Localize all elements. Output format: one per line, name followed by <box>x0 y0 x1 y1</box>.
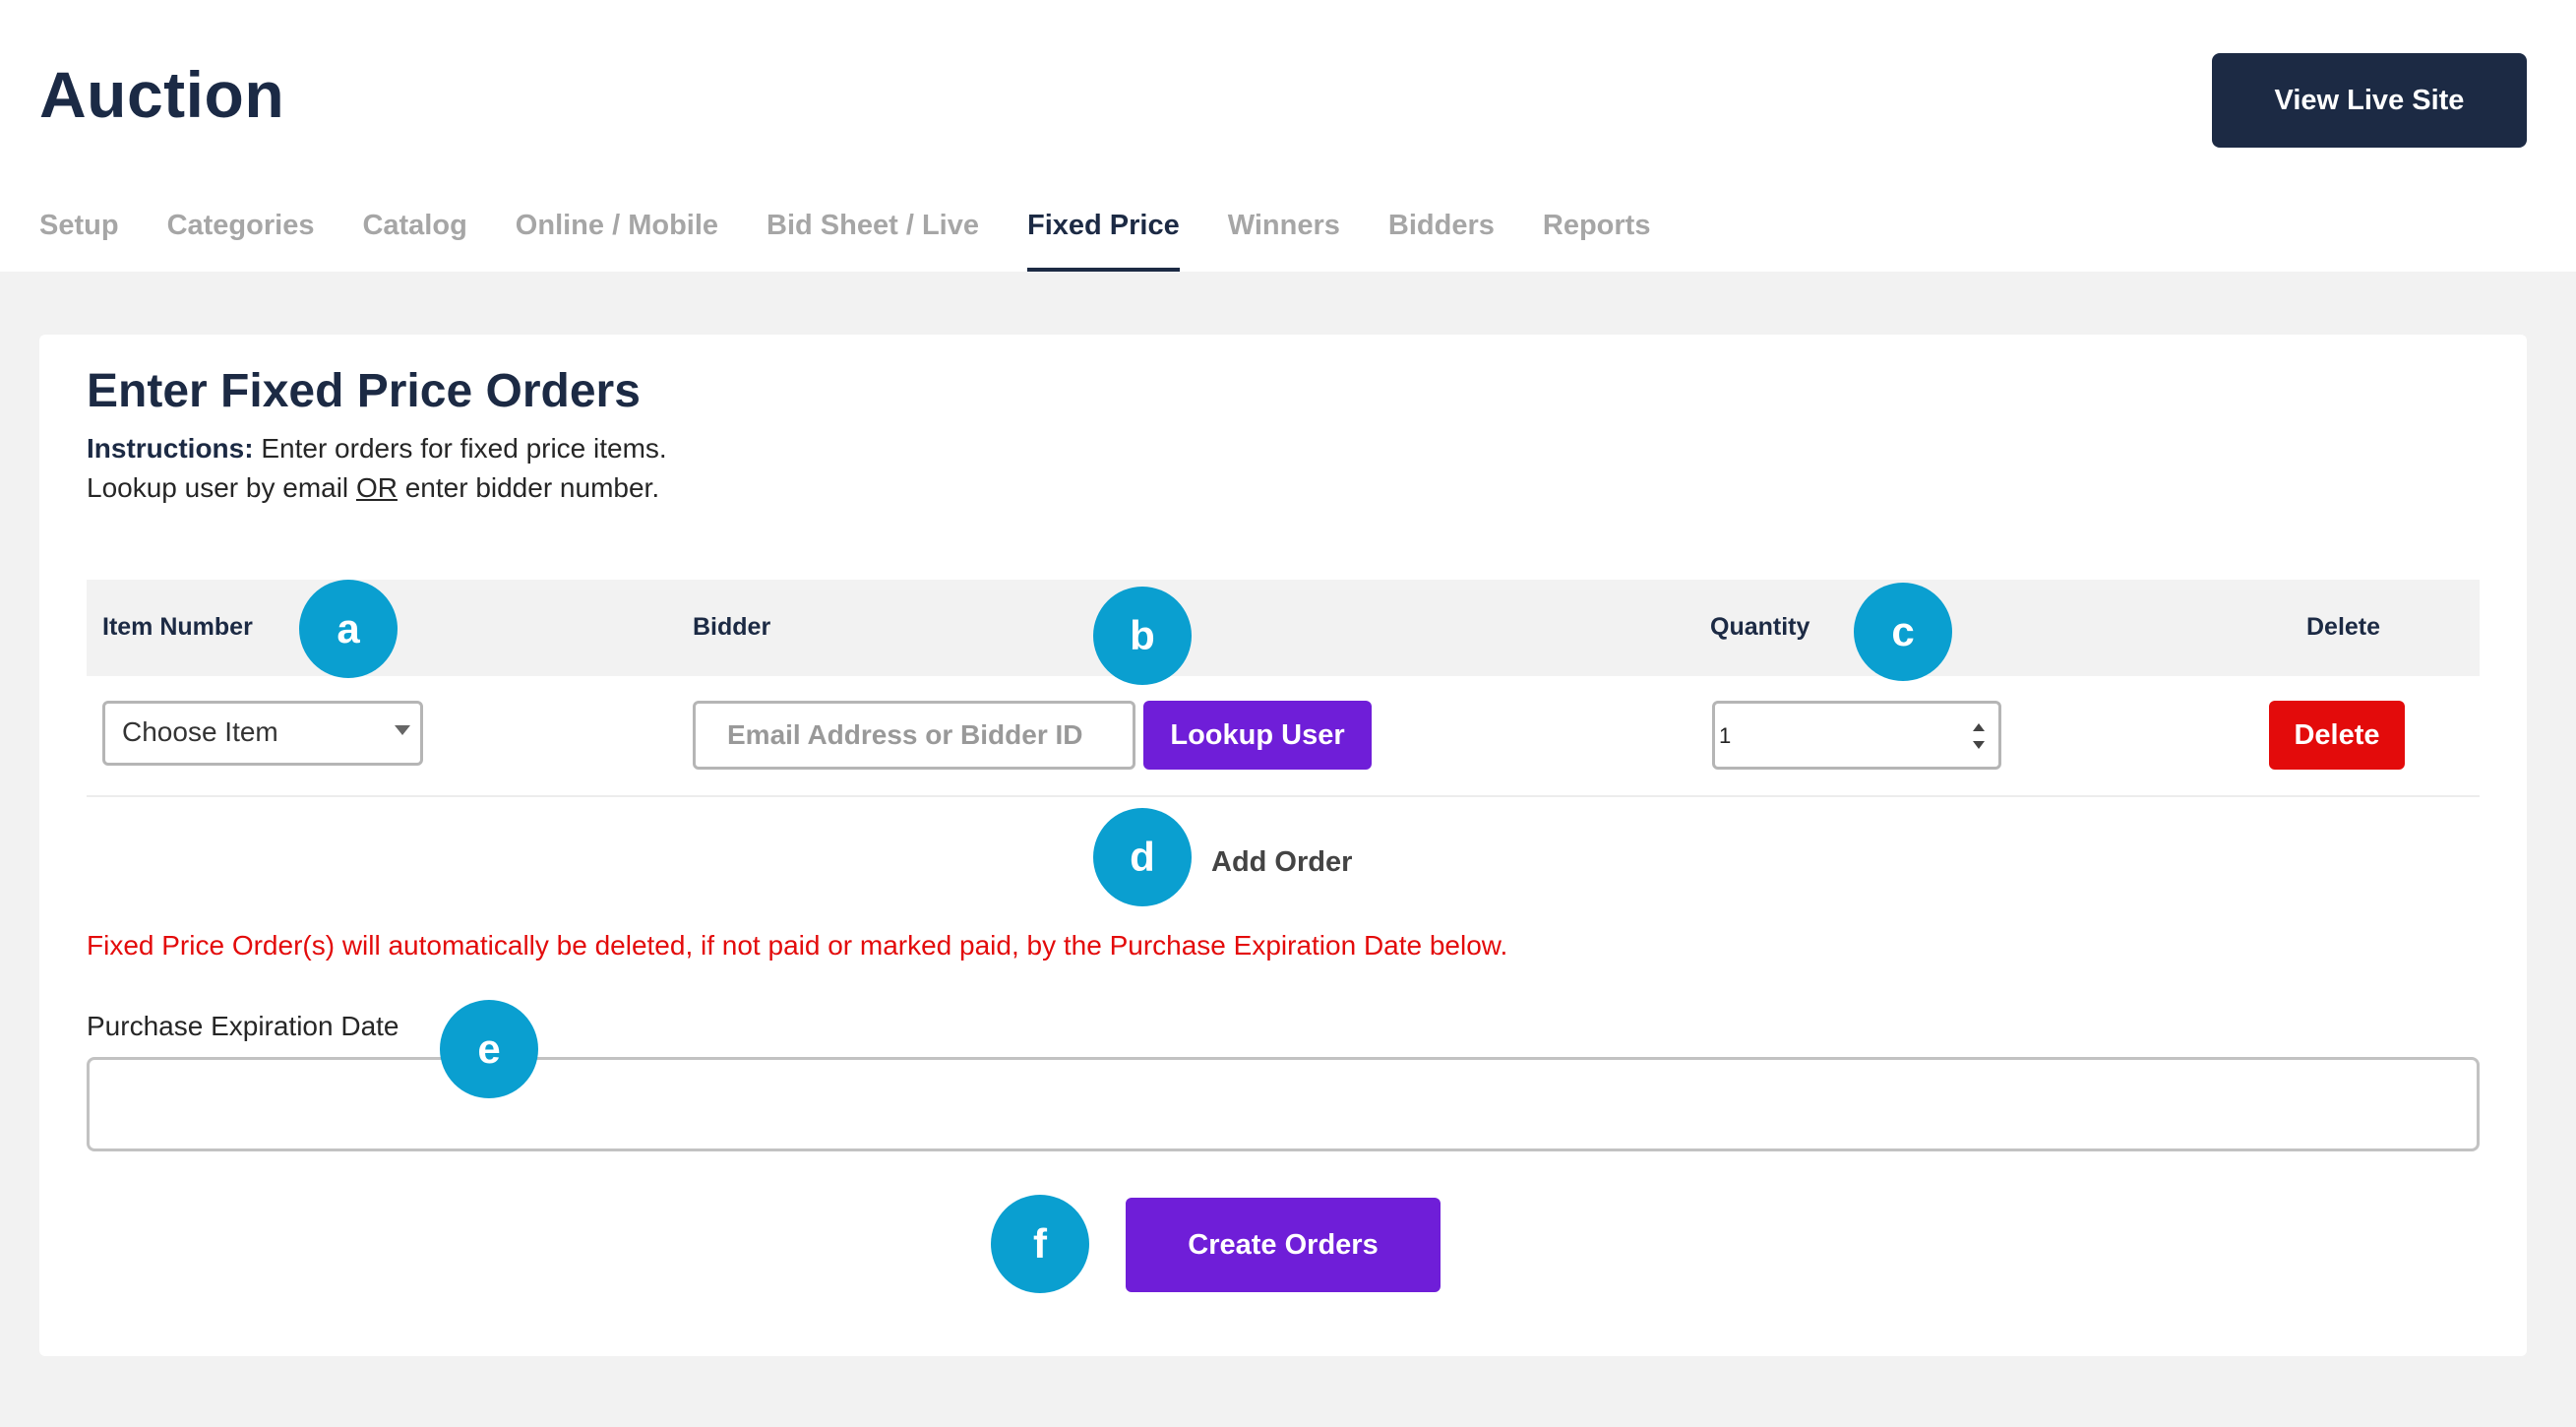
spinner-arrows-icon[interactable] <box>1971 721 1987 751</box>
orders-table-header: Item Number Bidder Quantity Delete <box>87 580 2480 676</box>
bidder-email-input[interactable] <box>693 701 1135 770</box>
row-divider <box>87 795 2480 797</box>
nav-tabs: Setup Categories Catalog Online / Mobile… <box>39 201 1698 272</box>
delete-order-button[interactable]: Delete <box>2269 701 2405 770</box>
header-bidder: Bidder <box>693 613 771 641</box>
lookup-or: OR <box>355 472 398 503</box>
marker-c: c <box>1854 583 1952 681</box>
view-live-site-button[interactable]: View Live Site <box>2212 53 2527 148</box>
tab-bidders[interactable]: Bidders <box>1388 201 1495 272</box>
header-item-number: Item Number <box>102 613 253 641</box>
tab-categories[interactable]: Categories <box>167 201 315 272</box>
marker-d: d <box>1093 808 1192 906</box>
marker-f: f <box>991 1195 1089 1293</box>
expiration-warning: Fixed Price Order(s) will automatically … <box>87 930 1508 961</box>
lookup-suffix: enter bidder number. <box>397 472 660 503</box>
expiration-label: Purchase Expiration Date <box>87 1011 399 1041</box>
lookup-user-button[interactable]: Lookup User <box>1143 701 1372 770</box>
app-title: Auction <box>39 58 285 131</box>
tab-online-mobile[interactable]: Online / Mobile <box>516 201 718 272</box>
marker-a: a <box>299 580 398 678</box>
add-order-link[interactable]: Add Order <box>1211 846 1352 879</box>
instructions-text: Enter orders for fixed price items. <box>253 433 667 464</box>
quantity-stepper[interactable]: 1 <box>1712 701 2001 770</box>
marker-e: e <box>440 1000 538 1098</box>
item-select-value: Choose Item <box>122 716 278 747</box>
instructions-label: Instructions: <box>87 433 254 464</box>
chevron-down-icon <box>395 725 410 735</box>
top-header: Auction View Live Site Setup Categories … <box>0 0 2576 272</box>
quantity-value: 1 <box>1719 723 1732 748</box>
instructions: Instructions: Enter orders for fixed pri… <box>87 429 667 508</box>
fixed-price-card: Enter Fixed Price Orders Instructions: E… <box>39 335 2527 1356</box>
tab-setup[interactable]: Setup <box>39 201 119 272</box>
tab-reports[interactable]: Reports <box>1543 201 1651 272</box>
lookup-prefix: Lookup user by email <box>87 472 356 503</box>
tab-bid-sheet-live[interactable]: Bid Sheet / Live <box>767 201 979 272</box>
header-delete: Delete <box>2306 613 2381 641</box>
create-orders-button[interactable]: Create Orders <box>1126 1198 1441 1292</box>
marker-b: b <box>1093 587 1192 685</box>
page-title: Enter Fixed Price Orders <box>87 365 641 417</box>
tab-fixed-price[interactable]: Fixed Price <box>1026 201 1180 272</box>
header-quantity: Quantity <box>1710 613 1810 641</box>
tab-winners[interactable]: Winners <box>1228 201 1340 272</box>
item-select[interactable]: Choose Item <box>102 701 423 766</box>
tab-catalog[interactable]: Catalog <box>362 201 466 272</box>
